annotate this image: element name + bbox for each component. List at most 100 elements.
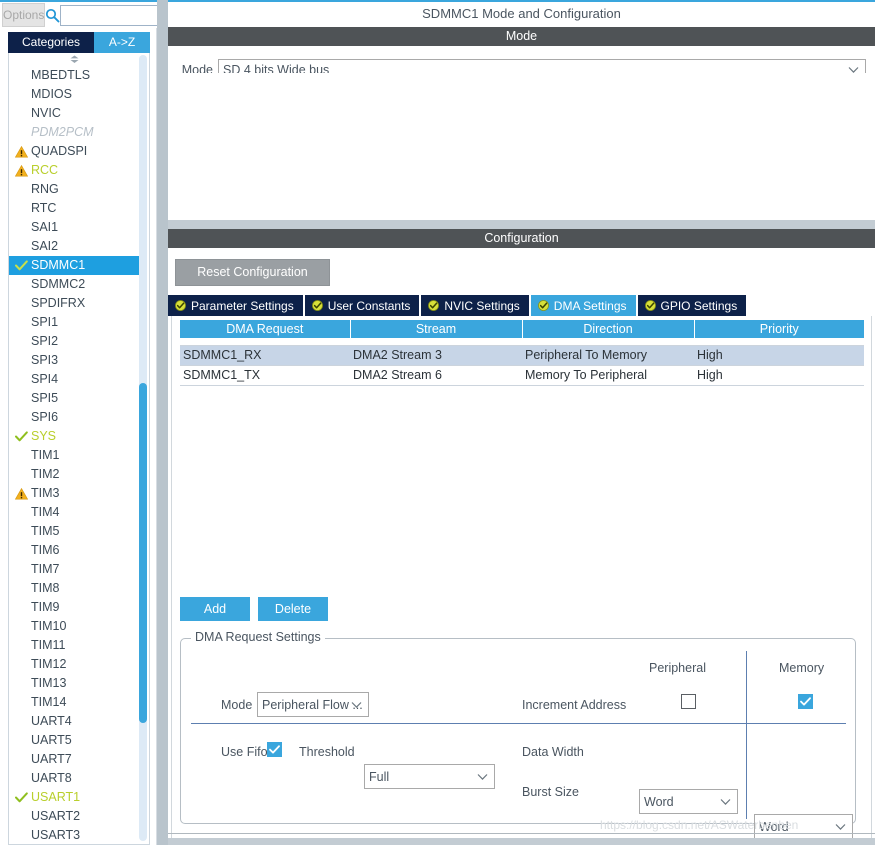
sidebar-item-uart5[interactable]: UART5 [9,731,140,750]
sidebar-item-tim13[interactable]: TIM13 [9,674,140,693]
sidebar-item-label: TIM8 [31,581,60,595]
dma-mode-select[interactable]: Peripheral Flow ... [257,692,369,717]
sidebar-item-tim6[interactable]: TIM6 [9,541,140,560]
sidebar-item-tim5[interactable]: TIM5 [9,522,140,541]
page-title: SDMMC1 Mode and Configuration [168,2,875,25]
sidebar-item-label: MBEDTLS [31,68,91,82]
sidebar-item-tim12[interactable]: TIM12 [9,655,140,674]
sidebar-item-pdm2pcm[interactable]: PDM2PCM [9,123,140,142]
tab-label: NVIC Settings [444,298,520,313]
use-fifo-checkbox[interactable] [267,742,282,757]
sidebar-item-spi5[interactable]: SPI5 [9,389,140,408]
sidebar-item-label: SPI6 [31,410,59,424]
tab-gpio-settings[interactable]: GPIO Settings [637,295,747,316]
table-row[interactable]: SDMMC1_TX DMA2 Stream 6 Memory To Peripher… [180,365,864,386]
sidebar-item-spi1[interactable]: SPI1 [9,313,140,332]
no-icon [13,389,29,408]
reset-configuration-button[interactable]: Reset Configuration [175,259,330,286]
data-width-peripheral-select[interactable]: Word [639,789,738,814]
no-icon [13,826,29,844]
sidebar-item-tim7[interactable]: TIM7 [9,560,140,579]
chevron-down-icon [720,796,731,807]
threshold-select[interactable]: Full [364,764,495,789]
sidebar-item-nvic[interactable]: NVIC [9,104,140,123]
sidebar-item-tim9[interactable]: TIM9 [9,598,140,617]
tab-parameter-settings[interactable]: Parameter Settings [168,295,303,316]
table-spacer-row [180,338,864,345]
scroll-up-icon[interactable] [9,53,140,65]
options-button[interactable]: Options [2,3,46,27]
sidebar-item-spdifrx[interactable]: SPDIFRX [9,294,140,313]
sidebar-item-sai1[interactable]: SAI1 [9,218,140,237]
column-header-stream[interactable]: Stream [350,320,523,338]
sidebar-item-tim1[interactable]: TIM1 [9,446,140,465]
tab-categories[interactable]: Categories [8,32,94,53]
sidebar-item-usart3[interactable]: USART3 [9,826,140,844]
sidebar-item-spi2[interactable]: SPI2 [9,332,140,351]
sidebar-item-rtc[interactable]: RTC [9,199,140,218]
delete-button[interactable]: Delete [258,597,328,621]
sidebar-item-tim14[interactable]: TIM14 [9,693,140,712]
sidebar-item-quadspi[interactable]: QUADSPI [9,142,140,161]
tab-a-to-z[interactable]: A->Z [94,32,150,53]
peripheral-tree: MBEDTLS MDIOS NVIC PDM2PCM QUADSPI RCC RNG RTC S… [8,53,150,845]
sidebar-item-sys[interactable]: SYS [9,427,140,446]
sidebar-item-tim11[interactable]: TIM11 [9,636,140,655]
table-row[interactable]: SDMMC1_RX DMA2 Stream 3 Peripheral To Memo… [180,344,864,366]
sidebar-item-usart2[interactable]: USART2 [9,807,140,826]
sidebar-item-tim8[interactable]: TIM8 [9,579,140,598]
no-icon [13,408,29,427]
sidebar-item-tim2[interactable]: TIM2 [9,465,140,484]
column-header-direction[interactable]: Direction [522,320,695,338]
sidebar-item-label: TIM7 [31,562,60,576]
data-width-peripheral-value: Word [644,794,674,809]
add-button[interactable]: Add [180,597,250,621]
sidebar-item-rng[interactable]: RNG [9,180,140,199]
sidebar-item-label: TIM6 [31,543,60,557]
column-header-priority[interactable]: Priority [694,320,864,338]
dma-request-table[interactable]: DMA Request Stream Direction Priority SD… [180,320,864,386]
sidebar-item-rcc[interactable]: RCC [9,161,140,180]
sidebar-item-uart7[interactable]: UART7 [9,750,140,769]
sidebar-item-label: SYS [31,429,57,443]
threshold-select-value: Full [369,769,390,784]
sidebar-item-label: PDM2PCM [31,125,94,139]
sidebar-item-label: UART5 [31,733,72,747]
sidebar-item-tim3[interactable]: TIM3 [9,484,140,503]
sidebar-item-tim4[interactable]: TIM4 [9,503,140,522]
sidebar-item-sai2[interactable]: SAI2 [9,237,140,256]
sidebar-item-spi3[interactable]: SPI3 [9,351,140,370]
sidebar-item-label: TIM14 [31,695,67,709]
sidebar-item-uart4[interactable]: UART4 [9,712,140,731]
no-icon [13,750,29,769]
table-cell: SDMMC1_RX [180,344,350,366]
sidebar-item-label: SPI3 [31,353,59,367]
column-header-dma-request[interactable]: DMA Request [180,320,351,338]
tab-nvic-settings[interactable]: NVIC Settings [421,295,529,316]
sidebar-item-uart8[interactable]: UART8 [9,769,140,788]
no-icon [13,351,29,370]
sidebar-item-spi4[interactable]: SPI4 [9,370,140,389]
sidebar-item-usart1[interactable]: USART1 [9,788,140,807]
no-icon [13,370,29,389]
tab-dma-settings[interactable]: DMA Settings [530,295,636,316]
sidebar-search-bar: Options [0,2,211,28]
increment-address-memory-checkbox[interactable] [798,694,813,709]
no-icon [13,465,29,484]
sidebar-item-mbedtls[interactable]: MBEDTLS [9,66,140,85]
no-icon [13,123,29,142]
dma-mode-label: Mode [221,698,253,712]
sidebar-scrollbar-thumb[interactable] [139,383,147,723]
sidebar-item-sdmmc1[interactable]: SDMMC1 [9,256,140,275]
configuration-section: Configuration Reset Configuration Parame… [168,229,875,845]
increment-address-peripheral-checkbox[interactable] [681,694,696,709]
no-icon [13,85,29,104]
sidebar-item-spi6[interactable]: SPI6 [9,408,140,427]
sidebar-item-mdios[interactable]: MDIOS [9,85,140,104]
search-icon[interactable] [45,4,60,26]
sidebar-item-tim10[interactable]: TIM10 [9,617,140,636]
increment-address-label: Increment Address [522,698,627,712]
sidebar-item-sdmmc2[interactable]: SDMMC2 [9,275,140,294]
panel-splitter[interactable] [157,0,168,845]
tab-user-constants[interactable]: User Constants [304,295,420,316]
